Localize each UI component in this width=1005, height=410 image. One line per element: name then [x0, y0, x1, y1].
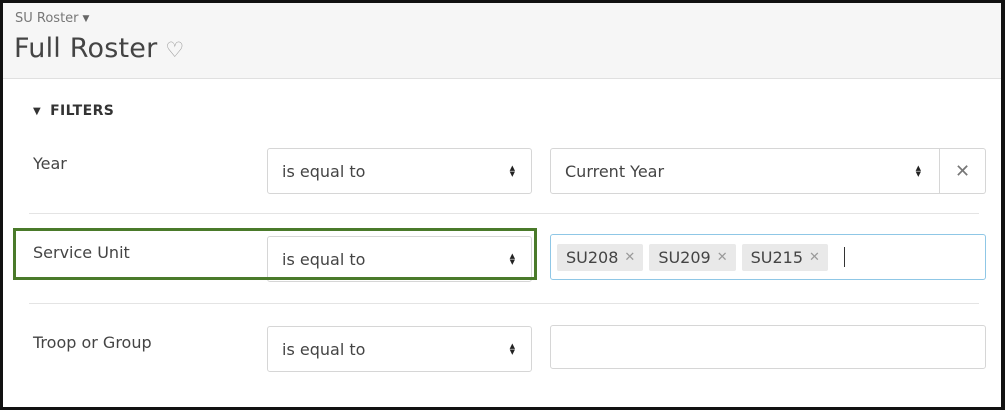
- service-unit-tag-input[interactable]: SU208 ✕ SU209 ✕ SU215 ✕: [550, 234, 986, 280]
- troop-value-input[interactable]: [550, 325, 986, 369]
- filters-toggle[interactable]: ▼ FILTERS: [33, 103, 114, 119]
- sort-arrows-icon: ▲ ▼: [509, 342, 515, 356]
- tag-chip-label: SU215: [750, 247, 804, 267]
- close-icon: ✕: [954, 160, 971, 182]
- service-unit-operator-value: is equal to: [282, 249, 366, 269]
- tag-chip: SU215 ✕: [741, 243, 828, 271]
- breadcrumb[interactable]: SU Roster ▼: [15, 11, 89, 26]
- chevron-down-icon: ▼: [82, 14, 90, 24]
- filter-label-service-unit: Service Unit: [33, 243, 130, 262]
- filter-label-troop-or-group: Troop or Group: [33, 333, 152, 352]
- year-value: Current Year: [565, 161, 665, 181]
- page-title: Full Roster ♡: [14, 33, 184, 64]
- heart-outline-icon[interactable]: ♡: [165, 38, 184, 62]
- service-unit-operator-select[interactable]: is equal to ▲ ▼: [267, 236, 532, 282]
- remove-tag-icon[interactable]: ✕: [624, 250, 635, 265]
- app-frame: SU Roster ▼ Full Roster ♡ ▼ FILTERS Year…: [0, 0, 1005, 410]
- tag-chip-label: SU208: [566, 247, 619, 267]
- clear-year-button[interactable]: ✕: [940, 148, 986, 194]
- sort-arrows-icon: ▲ ▼: [915, 164, 921, 178]
- remove-tag-icon[interactable]: ✕: [809, 250, 820, 265]
- page-title-text: Full Roster: [14, 33, 158, 64]
- troop-operator-value: is equal to: [282, 339, 366, 359]
- breadcrumb-label: SU Roster: [15, 11, 79, 26]
- tag-chip: SU208 ✕: [557, 243, 644, 271]
- filters-toggle-label: FILTERS: [50, 103, 115, 119]
- year-value-select[interactable]: Current Year ▲ ▼: [550, 148, 940, 194]
- page-header: SU Roster ▼ Full Roster ♡: [3, 3, 1001, 79]
- year-operator-select[interactable]: is equal to ▲ ▼: [267, 148, 532, 194]
- row-divider: [29, 303, 979, 304]
- caret-down-icon: ▼: [33, 105, 42, 117]
- sort-arrows-icon: ▲ ▼: [509, 164, 515, 178]
- row-divider: [29, 213, 979, 214]
- troop-operator-select[interactable]: is equal to ▲ ▼: [267, 326, 532, 372]
- sort-arrows-icon: ▲ ▼: [509, 252, 515, 266]
- filter-label-year: Year: [33, 154, 67, 173]
- tag-chip: SU209 ✕: [649, 243, 736, 271]
- remove-tag-icon[interactable]: ✕: [717, 250, 728, 265]
- tag-chip-label: SU209: [658, 247, 711, 267]
- year-operator-value: is equal to: [282, 161, 366, 181]
- text-cursor: [843, 247, 845, 267]
